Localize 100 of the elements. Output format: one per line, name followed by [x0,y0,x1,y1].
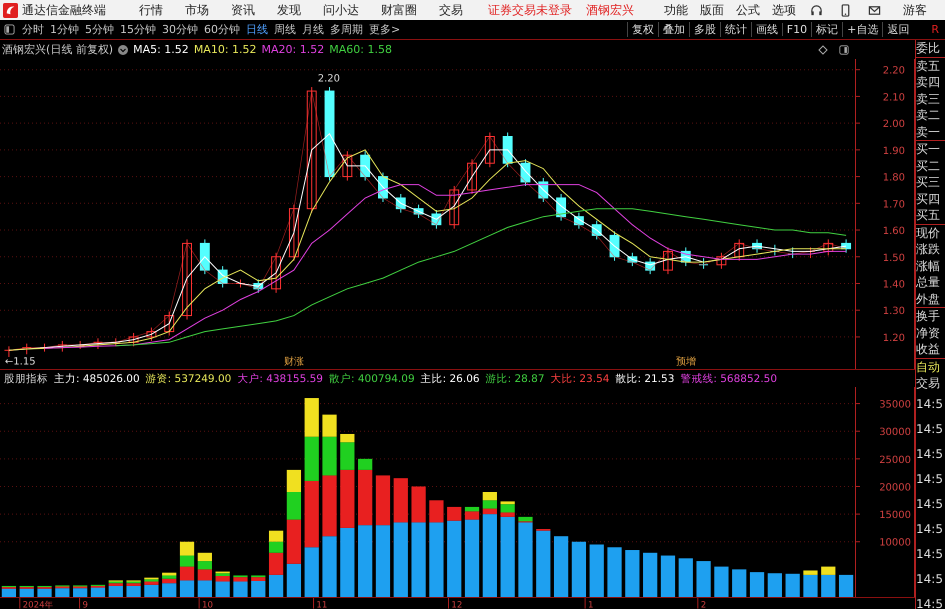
toolbar-button[interactable]: 复权 [626,22,658,37]
status-notice[interactable]: 证券交易未登录 [488,2,572,18]
candlestick [146,327,156,342]
status-notice[interactable]: 酒钢宏兴 [586,2,634,18]
diamond-icon[interactable] [818,44,828,55]
candlestick [520,158,530,187]
bar [482,514,497,598]
menu-item[interactable]: 功能 [664,2,688,18]
quote-field-label: 买三 [916,174,941,190]
candlestick [128,332,139,347]
headset-icon[interactable] [810,4,823,16]
bar [251,578,266,582]
period-tab[interactable]: 周线 [271,22,299,37]
axis-tick-label: 35000 [879,400,911,412]
quote-field-label: 买五 [916,207,941,224]
bar [216,582,230,598]
candlestick [610,231,620,262]
bar [144,585,159,598]
menu-item[interactable]: 问小达 [323,2,359,18]
indicator-legend-item: 游资: 537249.00 [146,372,232,386]
bar [500,512,515,518]
toolbar-button[interactable]: 返回 [882,22,914,37]
candlestick [396,194,406,214]
stacked-bar [233,576,248,598]
period-tab[interactable]: 30分钟 [159,22,201,37]
stacked-bar [216,572,230,598]
quote-field-label: 涨跌 [916,241,941,258]
stacked-bar [536,529,550,598]
bar [180,580,194,598]
bar [304,481,319,548]
stacked-bar [180,542,194,598]
toolbar-button[interactable]: 叠加 [658,22,689,37]
period-tab[interactable]: 日线 [243,22,271,37]
bar [322,476,337,537]
candlestick [502,132,513,168]
candlestick [236,279,246,288]
menu-item[interactable]: 发现 [277,2,301,18]
candlestick [431,210,442,230]
stacked-bar [20,586,34,598]
bar [803,575,818,598]
toolbar-button[interactable]: F10 [782,23,812,36]
bar [464,507,480,512]
toolbar-button[interactable]: 标记 [811,22,842,37]
axis-tick-label: 2.10 [882,92,905,104]
bar [429,500,444,523]
auto-mode-label[interactable]: 自动 [916,358,945,375]
period-tab[interactable]: 1分钟 [47,22,82,37]
candlestick [770,244,780,256]
candlestick [288,204,299,262]
panel-toggle-icon[interactable] [4,24,15,35]
stacked-bar [55,586,70,598]
bar [268,575,284,598]
bar [304,548,319,598]
bar [518,517,533,522]
toolbar-button[interactable]: +自选 [842,22,882,37]
bar [162,576,176,580]
dropdown-icon[interactable] [118,44,128,55]
bar [162,579,176,584]
mail-icon[interactable] [868,4,881,16]
menu-item[interactable]: 市场 [185,2,209,18]
period-tab[interactable]: 15分钟 [117,22,159,37]
menu-item[interactable]: 行情 [139,2,163,18]
candlestick [253,279,264,294]
bar [268,553,284,576]
bar [821,575,836,598]
axis-tick-label: 1.50 [882,252,905,264]
period-tab[interactable]: 分时 [19,22,47,37]
period-tab[interactable]: 月线 [299,22,327,37]
period-tab[interactable]: 多周期 [327,22,366,37]
stacked-bar [590,544,604,598]
bar [286,564,302,598]
trade-time: 14:5 [916,396,944,412]
toolbar-button[interactable]: 统计 [720,22,751,37]
toolbar-button[interactable]: 画线 [750,22,782,37]
bar [304,398,319,438]
menu-item[interactable]: 选项 [772,2,796,18]
stacked-bar [2,586,16,598]
bar [198,562,212,570]
menu-item[interactable]: 财富圈 [381,2,417,18]
user-label[interactable]: 游客 [903,2,927,18]
bar [358,470,372,526]
menu-item[interactable]: 公式 [736,2,760,18]
trade-time: 14:5 [916,520,944,538]
quote-field-label: 净资 [916,324,941,341]
panel-toggle-icon[interactable] [839,44,849,55]
candlestick [556,194,566,222]
bar [251,581,266,598]
trade-time: 14:5 [916,546,944,562]
period-tab[interactable]: 60分钟 [201,22,243,37]
date-axis-label: 9 [82,601,88,609]
bar [126,584,141,586]
menu-item[interactable]: 版面 [700,2,724,18]
menu-item[interactable]: 交易 [439,2,463,18]
phone-icon[interactable] [839,4,852,16]
indicator-legend-item: 警戒线: 568852.50 [680,372,778,386]
toolbar-button[interactable]: 多股 [688,22,720,37]
period-tab[interactable]: 更多> [366,22,404,37]
menu-item[interactable]: 资讯 [231,2,255,18]
quote-field-label: 现价 [916,224,945,241]
period-tab[interactable]: 5分钟 [82,22,117,37]
